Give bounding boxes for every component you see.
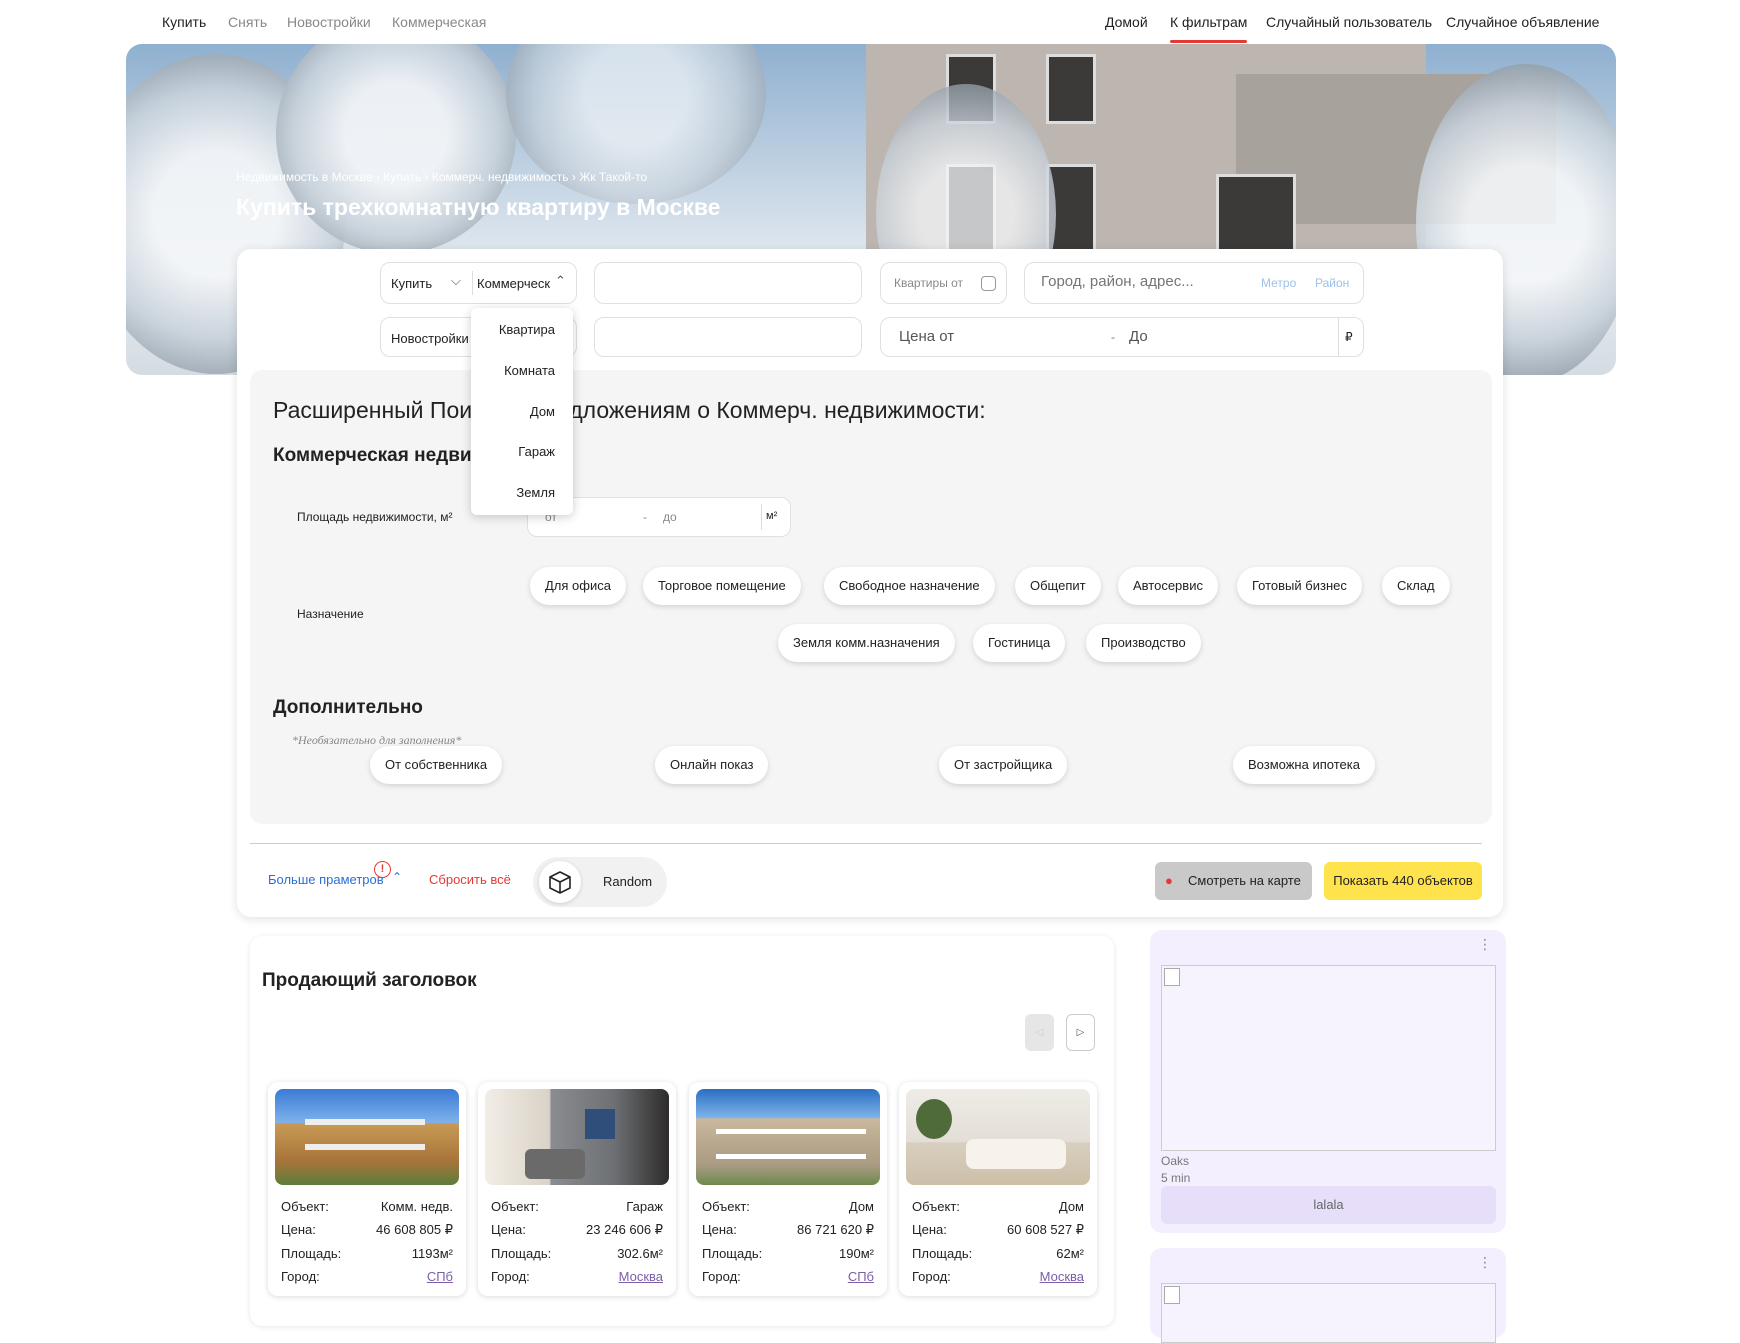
empty-input-2[interactable] (594, 317, 862, 357)
random-button[interactable]: Random (533, 857, 667, 907)
nav-random-ad[interactable]: Случайное объявление (1446, 14, 1599, 30)
purpose-chip[interactable]: Склад (1382, 567, 1450, 605)
price-range: Цена от - До ₽ (880, 317, 1364, 357)
object-value: Гараж (626, 1199, 663, 1214)
empty-input-1[interactable] (594, 262, 862, 304)
divider (250, 843, 1482, 844)
top-nav: Купить Снять Новостройки Коммерческая До… (0, 0, 1740, 44)
reset-link[interactable]: Сбросить всё (429, 872, 511, 887)
price-value: 86 721 620 ₽ (797, 1222, 874, 1237)
object-value: Дом (848, 1199, 874, 1214)
price-value: 60 608 527 ₽ (1007, 1222, 1084, 1237)
warning-icon: ! (374, 861, 391, 878)
purpose-chip[interactable]: Производство (1086, 624, 1201, 662)
property-photo (485, 1089, 669, 1185)
metro-link[interactable]: Метро (1261, 276, 1296, 290)
dropdown-option[interactable]: Квартира (499, 322, 555, 337)
purpose-chip[interactable]: Общепит (1015, 567, 1101, 605)
chevron-down-icon: ⌵ (451, 273, 461, 288)
map-pin-icon: ● (1165, 873, 1173, 888)
object-value: Комм. недв. (380, 1199, 453, 1214)
area-to-input[interactable]: до (663, 510, 677, 524)
dropdown-option[interactable]: Комната (504, 363, 555, 378)
chevron-up-icon: ⌃ (392, 870, 403, 884)
city-link[interactable]: СПб (427, 1269, 453, 1284)
rooms-filter[interactable]: Квартиры от (880, 262, 1007, 304)
purpose-chip[interactable]: Торговое помещение (643, 567, 801, 605)
city-link[interactable]: Москва (619, 1269, 663, 1284)
nav-rent[interactable]: Снять (228, 14, 267, 30)
property-type-dropdown: Квартира Комната Дом Гараж Земля (471, 308, 573, 515)
area-value: 1193м² (411, 1246, 453, 1261)
breadcrumb[interactable]: Недвижимость в Москве › Купить › Коммерч… (236, 170, 647, 184)
price-to-input[interactable]: До (1129, 328, 1148, 345)
extra-chip[interactable]: Возможна ипотека (1233, 746, 1375, 784)
dropdown-option[interactable]: Земля (516, 485, 555, 500)
property-card[interactable]: Объект: Дом Цена: 60 608 527 ₽ Площадь: 62м… (899, 1082, 1097, 1296)
advanced-search: Расширенный Поиск по предложениям о Комм… (250, 370, 1492, 824)
property-type-select[interactable]: Коммерческ (477, 276, 550, 291)
area-label: Площадь недвижимости, м² (297, 510, 453, 524)
property-card[interactable]: Объект: Комм. недв. Цена: 46 608 805 ₽ Пло… (268, 1082, 466, 1296)
extra-chip[interactable]: От собственника (370, 746, 503, 784)
ad-time: 5 min (1161, 1171, 1191, 1185)
object-value: Дом (1058, 1199, 1084, 1214)
prev-arrow-icon[interactable]: ◁ (1025, 1014, 1054, 1051)
advanced-title: Расширенный Поиск по предложениям о Комм… (273, 397, 986, 423)
ad-card[interactable]: ⋮ Oaks 5 min lalala (1150, 930, 1506, 1233)
location-input[interactable] (1041, 273, 1231, 290)
page-title: Купить трехкомнатную квартиру в Москве (236, 194, 721, 220)
area-value: 190м² (839, 1246, 874, 1261)
section-heading: Продающий заголовок (262, 970, 477, 991)
purpose-chip[interactable]: Готовый бизнес (1237, 567, 1362, 605)
nav-commercial[interactable]: Коммерческая (392, 14, 486, 30)
map-button[interactable]: ● Смотреть на карте (1155, 862, 1312, 900)
price-value: 46 608 805 ₽ (376, 1222, 453, 1237)
purpose-chip[interactable]: Свободное назначение (824, 567, 995, 605)
more-vertical-icon[interactable]: ⋮ (1478, 936, 1492, 953)
nav-filters[interactable]: К фильтрам (1170, 14, 1248, 43)
extra-chip[interactable]: От застройщика (939, 746, 1068, 784)
extra-title: Дополнительно (273, 697, 423, 718)
city-link[interactable]: Москва (1040, 1269, 1084, 1284)
property-card[interactable]: Объект: Гараж Цена: 23 246 606 ₽ Площадь: 3… (478, 1082, 676, 1296)
nav-new-buildings[interactable]: Новостройки (287, 14, 371, 30)
broken-image-icon (1161, 1283, 1496, 1343)
property-photo (275, 1089, 459, 1185)
chevron-up-icon: ⌃ (555, 273, 566, 288)
currency-label: ₽ (1345, 330, 1353, 344)
area-value: 62м² (1056, 1246, 1084, 1261)
dropdown-option[interactable]: Дом (530, 404, 555, 419)
show-results-button[interactable]: Показать 440 объектов (1324, 862, 1482, 900)
ad-name: Oaks (1161, 1154, 1190, 1168)
property-card[interactable]: Объект: Дом Цена: 86 721 620 ₽ Площадь: 190… (689, 1082, 887, 1296)
purpose-chip[interactable]: Для офиса (530, 567, 626, 605)
purpose-chip[interactable]: Земля комм.назначения (778, 624, 955, 662)
dropdown-option[interactable]: Гараж (518, 444, 555, 459)
more-vertical-icon[interactable]: ⋮ (1478, 1254, 1492, 1271)
nav-buy[interactable]: Купить (162, 14, 206, 30)
location-field[interactable]: Метро Район (1024, 262, 1364, 304)
purpose-chip[interactable]: Автосервис (1118, 567, 1218, 605)
price-from-input[interactable]: Цена от (899, 328, 954, 345)
purpose-label: Назначение (297, 607, 364, 621)
next-arrow-icon[interactable]: ▷ (1066, 1014, 1095, 1051)
nav-random-user[interactable]: Случайный пользователь (1266, 14, 1432, 30)
deal-type-select[interactable]: Купить ⌵ Коммерческ ⌃ (380, 262, 577, 304)
purpose-chip[interactable]: Гостиница (973, 624, 1066, 662)
more-params-link[interactable]: Больше праметров (268, 872, 384, 887)
city-link[interactable]: СПб (848, 1269, 874, 1284)
nav-home[interactable]: Домой (1105, 14, 1148, 30)
cube-icon (539, 861, 581, 903)
ad-card[interactable]: ⋮ (1150, 1248, 1506, 1343)
broken-image-icon (1161, 965, 1496, 1151)
price-value: 23 246 606 ₽ (586, 1222, 663, 1237)
extra-chip[interactable]: Онлайн показ (655, 746, 769, 784)
district-link[interactable]: Район (1315, 276, 1349, 290)
area-value: 302.6м² (617, 1246, 663, 1261)
property-photo (696, 1089, 880, 1185)
rooms-checkbox[interactable] (981, 276, 996, 291)
property-photo (906, 1089, 1090, 1185)
ad-button[interactable]: lalala (1161, 1186, 1496, 1224)
